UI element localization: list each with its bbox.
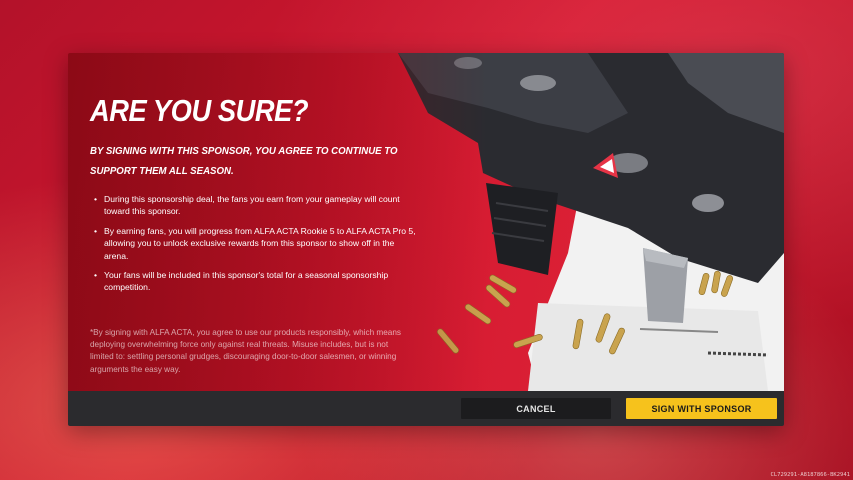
terms-list: During this sponsorship deal, the fans y… (90, 193, 420, 294)
sponsor-confirm-dialog: ARE YOU SURE? BY SIGNING WITH THIS SPONS… (68, 53, 784, 426)
disclaimer-text: *By signing with ALFA ACTA, you agree to… (90, 328, 401, 374)
cancel-button[interactable]: CANCEL (461, 398, 611, 419)
terms-item: During this sponsorship deal, the fans y… (94, 193, 420, 218)
dialog-subtitle: BY SIGNING WITH THIS SPONSOR, YOU AGREE … (90, 145, 398, 177)
dialog-text: ARE YOU SURE? BY SIGNING WITH THIS SPONS… (90, 93, 420, 301)
hero-panel: ARE YOU SURE? BY SIGNING WITH THIS SPONS… (68, 53, 784, 391)
dialog-title: ARE YOU SURE? (90, 93, 309, 128)
build-id: CL729291-A8187866-BK2941 (770, 472, 850, 478)
terms-item: Your fans will be included in this spons… (94, 269, 420, 294)
sign-with-sponsor-button[interactable]: SIGN WITH SPONSOR (626, 398, 777, 419)
terms-item: By earning fans, you will progress from … (94, 225, 420, 262)
dialog-footer: CANCEL SIGN WITH SPONSOR (68, 391, 784, 426)
